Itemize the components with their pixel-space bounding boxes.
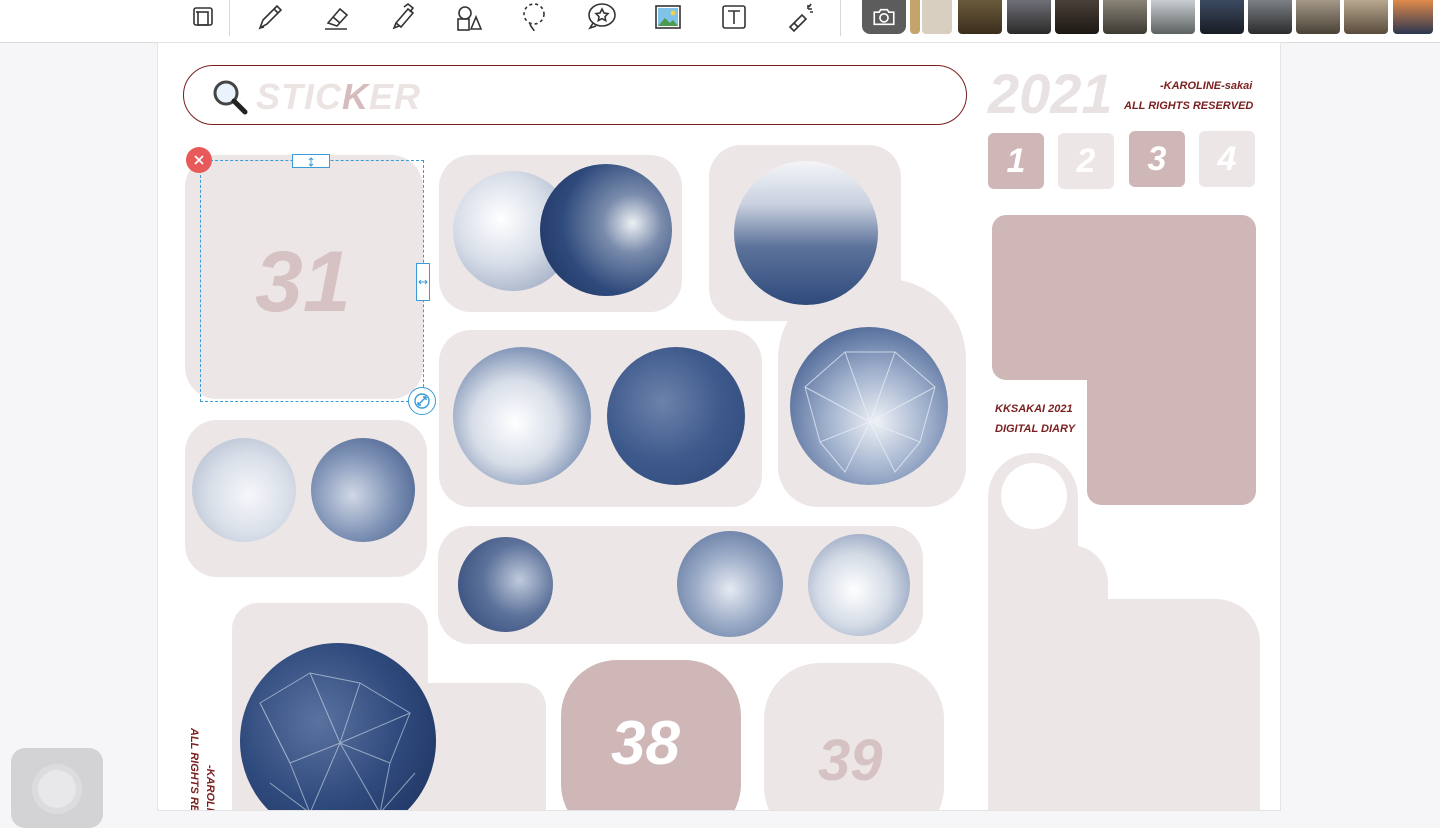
- scale-handle[interactable]: [408, 387, 436, 415]
- page-layout-icon[interactable]: [183, 0, 223, 34]
- photo-thumbnail[interactable]: [910, 0, 920, 34]
- pen-icon[interactable]: [250, 0, 290, 34]
- magnifier-icon: [213, 80, 248, 115]
- page-button-2[interactable]: 2: [1058, 133, 1114, 189]
- photo-thumbnail[interactable]: [1103, 0, 1147, 34]
- resize-horizontal-icon: [418, 279, 428, 285]
- year-label: 2021: [988, 62, 1113, 125]
- watercolor-moon[interactable]: [607, 347, 745, 485]
- memo-title: MEMO: [1118, 523, 1249, 570]
- author-credit: -KAROLINE-sakai: [1160, 80, 1253, 92]
- sticker-search-bar: STICKER: [183, 65, 967, 125]
- eraser-icon[interactable]: [316, 0, 356, 34]
- geodesic-lines: [259, 672, 416, 810]
- resize-vertical-icon: [308, 157, 314, 167]
- page-button-4[interactable]: 4: [1199, 131, 1255, 187]
- watercolor-moon[interactable]: [734, 161, 878, 305]
- shortcut-circle: [38, 770, 76, 808]
- vertical-rights: ALL RIGHTS RE: [188, 728, 200, 810]
- photo-thumbnail[interactable]: [1393, 0, 1433, 34]
- sticker-number-38: 38: [611, 709, 680, 778]
- text-icon[interactable]: [714, 0, 754, 34]
- sticker-tile-38[interactable]: 38: [561, 660, 741, 810]
- sticker-tile-39[interactable]: 39: [764, 663, 944, 810]
- toolbar-divider: [840, 0, 841, 36]
- geodesic-moon[interactable]: [458, 537, 553, 632]
- scale-arrows-icon: [414, 393, 430, 409]
- image-icon[interactable]: [647, 0, 687, 34]
- camera-button[interactable]: [862, 0, 906, 34]
- memo-panel: [988, 599, 1260, 810]
- photo-thumbnail[interactable]: [1055, 0, 1099, 34]
- resize-handle-top[interactable]: [292, 154, 330, 168]
- photo-thumbnail[interactable]: [958, 0, 1002, 34]
- sticker-icon[interactable]: [581, 0, 621, 34]
- photo-thumbnail[interactable]: [1200, 0, 1244, 34]
- photo-thumbnail[interactable]: [1344, 0, 1388, 34]
- rights-text: ALL RIGHTS RESERVED: [1124, 100, 1254, 112]
- lasso-icon[interactable]: [514, 0, 554, 34]
- sticker-number-39: 39: [818, 728, 883, 793]
- watercolor-moon[interactable]: [540, 164, 672, 296]
- close-icon: [194, 155, 204, 165]
- photo-thumbnail[interactable]: [1248, 0, 1292, 34]
- resize-handle-right[interactable]: [416, 263, 430, 301]
- delete-button[interactable]: [186, 147, 212, 173]
- highlighter-icon[interactable]: [382, 0, 422, 34]
- selection-box[interactable]: [200, 160, 424, 402]
- floating-shortcut-button[interactable]: [11, 748, 103, 828]
- photo-thumbnail[interactable]: [922, 0, 952, 34]
- geodesic-moon-large[interactable]: [240, 643, 436, 810]
- brand-label: KKSAKAI 2021: [995, 403, 1073, 415]
- camera-icon: [873, 8, 895, 26]
- toolbar-divider: [229, 0, 230, 36]
- diary-label: DIGITAL DIARY: [995, 423, 1076, 435]
- shapes-icon[interactable]: [448, 0, 488, 34]
- search-title: STICKER: [256, 76, 422, 117]
- sticker-page: STICKER 2021 -KAROLINE-sakai ALL RIGHTS …: [158, 43, 1280, 810]
- photo-thumbnail[interactable]: [1007, 0, 1051, 34]
- vertical-author: -KAROLI: [204, 765, 216, 810]
- geodesic-lines: [804, 351, 936, 473]
- watercolor-moon[interactable]: [192, 438, 296, 542]
- laser-pointer-icon[interactable]: [780, 0, 820, 34]
- toolbar: [0, 0, 1440, 43]
- page-button-3[interactable]: 3: [1129, 131, 1185, 187]
- realistic-moon[interactable]: [808, 534, 910, 636]
- page-button-1[interactable]: 1: [988, 133, 1044, 189]
- photo-thumbnail[interactable]: [1296, 0, 1340, 34]
- photo-thumbnail[interactable]: [1151, 0, 1195, 34]
- realistic-moon[interactable]: [453, 347, 591, 485]
- tag-hole: [1001, 463, 1067, 529]
- realistic-moon[interactable]: [677, 531, 783, 637]
- geodesic-moon[interactable]: [311, 438, 415, 542]
